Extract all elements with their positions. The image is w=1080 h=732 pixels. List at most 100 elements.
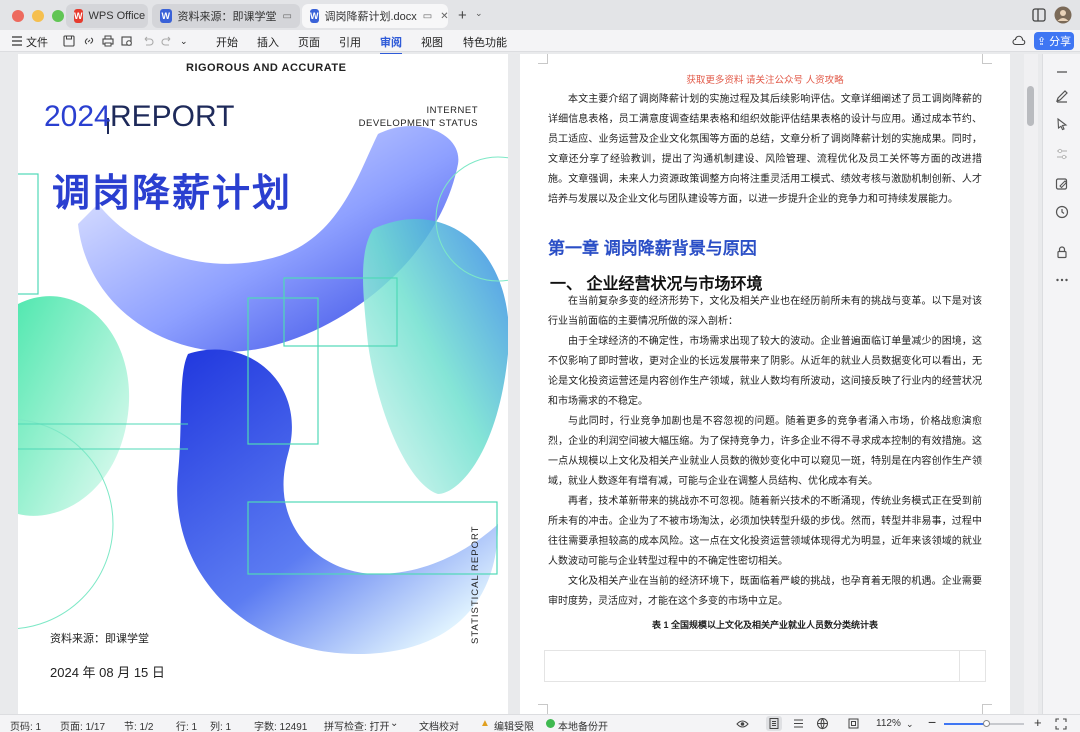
status-backup[interactable]: 本地备份开: [558, 718, 608, 732]
zoom-slider-handle[interactable]: [983, 720, 990, 727]
outline-view-icon[interactable]: [792, 717, 805, 730]
green-blob-shape: [18, 296, 130, 516]
status-page[interactable]: 页码: 1: [10, 718, 41, 732]
scrollbar-thumb[interactable]: [1027, 86, 1034, 126]
menu-insert[interactable]: 插入: [257, 34, 279, 50]
menu-page[interactable]: 页面: [298, 34, 320, 50]
menu-bar: 文件 ⌄ 开始 插入 页面 引用 审阅 视图 特色功能: [0, 30, 1080, 55]
page-corner-mark: [538, 54, 548, 64]
data-table[interactable]: [544, 650, 986, 682]
image-edit-icon[interactable]: [1054, 176, 1070, 192]
status-col[interactable]: 列: 1: [210, 718, 231, 732]
print-preview-icon[interactable]: [120, 34, 134, 48]
new-tab-icon[interactable]: +: [458, 7, 467, 24]
collapse-icon[interactable]: [1054, 64, 1070, 80]
print-icon[interactable]: [101, 34, 115, 48]
zoom-out-icon[interactable]: −: [928, 714, 936, 730]
cover-tagline: RIGOROUS AND ACCURATE: [186, 62, 347, 74]
cloud-icon[interactable]: [1012, 34, 1026, 48]
screen-icon[interactable]: ▭: [283, 11, 292, 22]
title-bar: W WPS Office W 资料来源：即课学堂 ▭ W 调岗降薪计划.docx…: [0, 0, 1080, 30]
menu-icon[interactable]: [10, 34, 24, 48]
word-doc-icon: W: [160, 9, 172, 23]
screen-icon[interactable]: ▭: [423, 11, 432, 22]
page-view-icon[interactable]: [766, 716, 782, 731]
cover-status-line: INTERNET: [426, 105, 478, 116]
cover-artwork: [18, 118, 508, 654]
status-section[interactable]: 节: 1/2: [124, 718, 153, 732]
cover-date: 2024 年 08 月 15 日: [50, 665, 165, 680]
undo-icon[interactable]: [141, 34, 155, 48]
zoom-slider-fill: [944, 723, 986, 725]
share-label: 分享: [1049, 36, 1072, 48]
cover-status: INTERNET DEVELOPMENT STATUS: [356, 104, 478, 130]
chevron-down-icon[interactable]: ⌄: [906, 719, 914, 730]
tab-source-doc[interactable]: W 资料来源：即课学堂 ▭: [152, 4, 300, 28]
pen-icon[interactable]: [1054, 88, 1070, 104]
cover-status-line: DEVELOPMENT STATUS: [358, 118, 478, 129]
lock-icon[interactable]: [1054, 244, 1070, 260]
word-doc-icon: W: [310, 9, 319, 23]
chevron-down-icon[interactable]: ⌄: [180, 36, 188, 47]
table-caption: 表 1 全国规模以上文化及相关产业就业人员数分类统计表: [651, 620, 878, 630]
tab-current-doc[interactable]: W 调岗降薪计划.docx ▭ ✕: [302, 4, 449, 28]
section-heading: 一、 企业经营状况与市场环境: [550, 276, 763, 293]
status-restricted[interactable]: 编辑受限: [494, 718, 534, 732]
status-spellcheck[interactable]: 拼写检查: 打开: [324, 718, 390, 732]
status-words[interactable]: 字数: 12491: [254, 718, 307, 732]
more-icon[interactable]: [1054, 272, 1070, 288]
chevron-down-icon[interactable]: ⌄: [390, 718, 398, 729]
body-paragraph: 在当前复杂多变的经济形势下，文化及相关产业也在经历前所未有的挑战与变革。以下是对…: [548, 296, 982, 327]
zoom-in-icon[interactable]: +: [1034, 715, 1042, 730]
right-sidebar: [1042, 54, 1080, 714]
cover-year: 2024: [44, 100, 111, 133]
fullscreen-icon[interactable]: [1054, 717, 1068, 731]
chevron-down-icon[interactable]: ⌄: [475, 8, 483, 19]
tab-wps-office[interactable]: W WPS Office: [66, 4, 148, 28]
cover-vertical-label: STATISTICAL REPORT: [470, 525, 481, 644]
share-button[interactable]: ⇪ 分享: [1034, 32, 1074, 50]
layout-icon[interactable]: [1030, 6, 1048, 24]
menu-review[interactable]: 审阅: [380, 34, 402, 55]
app-window: W WPS Office W 资料来源：即课学堂 ▭ W 调岗降薪计划.docx…: [0, 0, 1080, 732]
avatar[interactable]: [1054, 6, 1072, 24]
tab-label: 资料来源：即课学堂: [177, 11, 277, 23]
menu-home[interactable]: 开始: [216, 34, 238, 50]
link-icon[interactable]: [82, 34, 96, 48]
body-paragraph: 与此同时，行业竞争加剧也是不容忽视的问题。随着更多的竞争者涌入市场，价格战愈演愈…: [548, 416, 982, 487]
redo-icon[interactable]: [160, 34, 174, 48]
tab-label: 调岗降薪计划.docx: [324, 11, 417, 23]
status-row[interactable]: 行: 1: [176, 718, 197, 732]
menu-references[interactable]: 引用: [339, 34, 361, 50]
menu-view[interactable]: 视图: [421, 34, 443, 50]
close-tab-icon[interactable]: ✕: [440, 11, 448, 22]
status-pages[interactable]: 页面: 1/17: [60, 718, 105, 732]
chapter-heading: 第一章 调岗降薪背景与原因: [548, 239, 757, 258]
web-view-icon[interactable]: [816, 717, 829, 730]
zoom-level[interactable]: 112%: [876, 718, 901, 729]
outline-rect: [18, 173, 39, 295]
adjust-icon[interactable]: [1054, 146, 1070, 162]
teal-blob-shape: [363, 219, 508, 494]
zoom-slider[interactable]: [944, 720, 1024, 727]
maximize-window-button[interactable]: [52, 10, 64, 22]
share-icon: ⇪: [1036, 35, 1047, 48]
page-header: 获取更多资料 请关注公众号 人资攻略: [686, 75, 844, 86]
cursor-icon[interactable]: [1054, 116, 1070, 132]
minimize-window-button[interactable]: [32, 10, 44, 22]
history-icon[interactable]: [1054, 204, 1070, 220]
close-window-button[interactable]: [12, 10, 24, 22]
file-menu[interactable]: 文件: [26, 34, 48, 50]
document-page[interactable]: 获取更多资料 请关注公众号 人资攻略 本文主要介绍了调岗降薪计划的实施过程及其后…: [520, 54, 1010, 714]
eye-icon[interactable]: [736, 718, 749, 730]
tab-label: WPS Office: [88, 10, 146, 22]
scrollbar-track[interactable]: [1024, 54, 1038, 714]
menu-features[interactable]: 特色功能: [463, 34, 507, 50]
fit-window-icon[interactable]: [847, 717, 860, 730]
save-icon[interactable]: [62, 34, 76, 48]
warning-icon: ▲: [480, 718, 490, 729]
intro-paragraph: 本文主要介绍了调岗降薪计划的实施过程及其后续影响评估。文章详细阐述了员工调岗降薪…: [548, 94, 982, 205]
window-controls: [12, 10, 64, 22]
status-proofread[interactable]: 文档校对: [419, 718, 459, 732]
wps-logo-icon: W: [74, 9, 83, 23]
